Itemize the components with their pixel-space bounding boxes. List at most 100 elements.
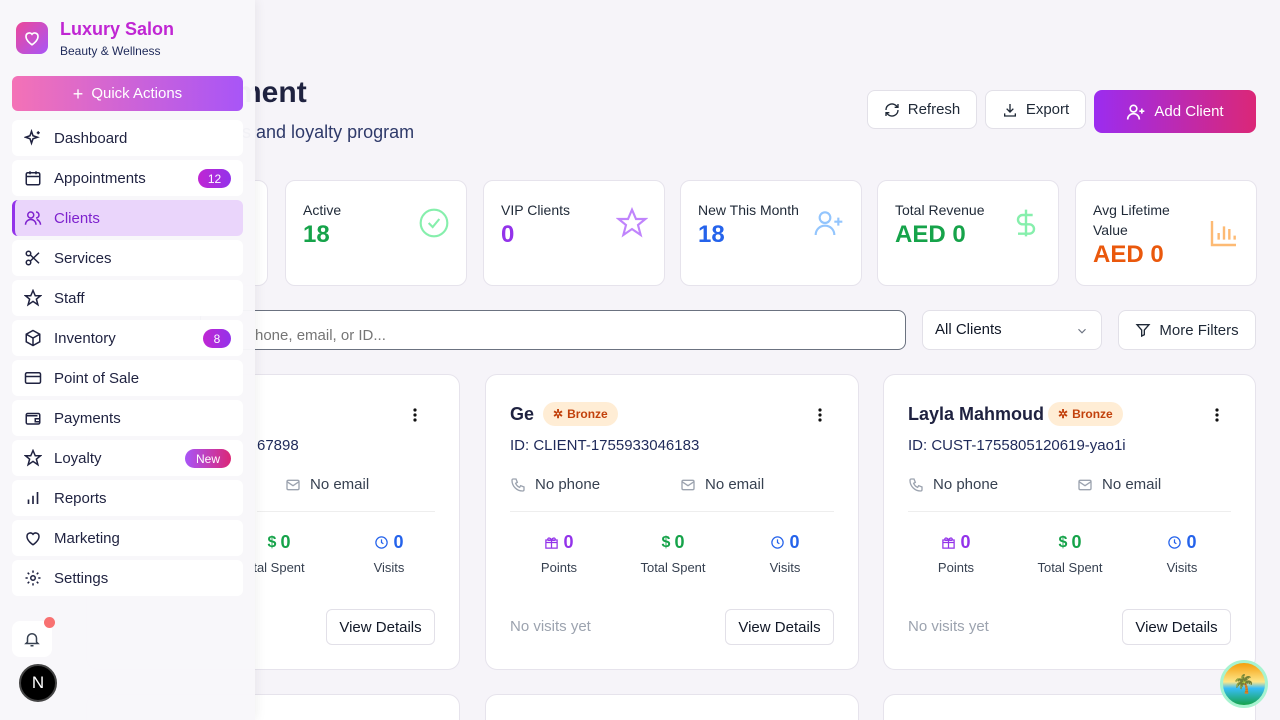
visits-value: 0	[1186, 532, 1197, 552]
client-phone: No phone	[908, 476, 998, 493]
count-badge: 8	[203, 329, 231, 348]
stat-card-vip: VIP Clients 0	[483, 180, 665, 286]
total-spent-stat: $0 Total Spent	[618, 532, 728, 575]
client-filter-select[interactable]: All Clients	[922, 310, 1102, 350]
bar-chart-icon	[27, 492, 39, 504]
view-details-button[interactable]: View Details	[1122, 609, 1231, 645]
stat-card-revenue: Total Revenue AED 0	[877, 180, 1059, 286]
client-card	[485, 694, 859, 720]
refresh-icon	[885, 102, 899, 117]
sidebar-item-clients[interactable]: Clients	[12, 200, 243, 236]
points-label: Points	[540, 560, 578, 575]
client-id: 67898	[257, 437, 299, 454]
last-visit-text: No visits yet	[908, 618, 989, 635]
wallet-icon	[25, 412, 41, 425]
visits-label: Visits	[769, 560, 801, 575]
clock-icon	[375, 536, 389, 549]
sidebar-item-marketing[interactable]: Marketing	[12, 520, 243, 556]
palm-tree-icon: 🌴	[1232, 673, 1256, 694]
scissors-icon	[25, 250, 40, 266]
heart-icon	[26, 532, 40, 546]
sidebar-item-label: Inventory	[54, 329, 116, 347]
user-plus-icon	[814, 211, 843, 236]
search-input[interactable]	[200, 310, 906, 350]
client-card: Layla Mahmoud ✲ Bronze ID: CUST-175580512…	[883, 374, 1256, 670]
client-id: ID: CLIENT-1755933046183	[510, 437, 700, 454]
dollar-icon: $	[661, 533, 671, 551]
client-id: ID: CUST-1755805120619-yao1i	[908, 437, 1126, 454]
sidebar-item-label: Loyalty	[54, 449, 102, 467]
visits-value: 0	[393, 532, 404, 552]
sidebar-item-reports[interactable]: Reports	[12, 480, 243, 516]
view-details-button[interactable]: View Details	[326, 609, 435, 645]
mail-icon	[681, 479, 695, 490]
sidebar-item-dashboard[interactable]: Dashboard	[12, 120, 243, 156]
client-name: Layla Mahmoud	[908, 404, 1045, 424]
credit-card-icon	[24, 372, 42, 384]
sidebar-item-inventory[interactable]: Inventory 8	[12, 320, 243, 356]
refresh-button[interactable]: Refresh	[867, 90, 977, 129]
refresh-label: Refresh	[907, 101, 961, 118]
user-plus-icon	[1127, 104, 1145, 120]
more-filters-button[interactable]: More Filters	[1118, 310, 1256, 350]
gift-icon	[942, 537, 956, 549]
stat-card-avg-lifetime: Avg Lifetime Value AED 0	[1075, 180, 1257, 286]
points-stat: 0 Points	[504, 532, 614, 575]
notification-dot	[44, 617, 55, 628]
star-icon	[24, 449, 42, 467]
sidebar-item-point-of-sale[interactable]: Point of Sale	[12, 360, 243, 396]
avatar[interactable]: 🌴	[1220, 660, 1268, 708]
quick-actions-button[interactable]: + Quick Actions	[12, 76, 243, 111]
stat-card-active: Active 18	[285, 180, 467, 286]
gift-icon	[545, 537, 559, 549]
stat-value: AED 0	[895, 221, 966, 248]
more-vertical-icon[interactable]	[413, 408, 417, 422]
spent-label: Total Spent	[1037, 560, 1103, 575]
stat-value: AED 0	[1093, 241, 1164, 268]
export-label: Export	[1025, 101, 1070, 118]
sidebar-item-payments[interactable]: Payments	[12, 400, 243, 436]
sidebar-item-label: Staff	[54, 289, 85, 307]
stat-value: 18	[303, 221, 330, 248]
client-name: Ge	[510, 404, 535, 424]
new-badge: New	[185, 449, 231, 468]
sidebar-item-label: Clients	[54, 209, 100, 227]
add-client-label: Add Client	[1154, 103, 1224, 120]
visits-value: 0	[789, 532, 800, 552]
sidebar-item-label: Dashboard	[54, 129, 128, 147]
package-icon	[25, 329, 41, 347]
star-icon	[24, 289, 42, 307]
card-divider	[510, 511, 834, 512]
sidebar-item-services[interactable]: Services	[12, 240, 243, 276]
sidebar-item-label: Marketing	[54, 529, 120, 547]
nextjs-devtools-button[interactable]: N	[19, 664, 57, 702]
brand-name: Luxury Salon	[60, 19, 175, 39]
email-text: No email	[705, 476, 765, 493]
quick-actions-label: Quick Actions	[91, 85, 183, 102]
visits-stat: 0 Visits	[334, 532, 444, 575]
chevron-down-icon	[1078, 328, 1086, 334]
stat-value: 0	[501, 221, 515, 248]
stat-card-new: New This Month 18	[680, 180, 862, 286]
more-vertical-icon[interactable]	[818, 408, 822, 422]
add-client-button[interactable]: Add Client	[1094, 90, 1256, 133]
last-visit-text: No visits yet	[510, 618, 591, 635]
stat-label: VIP Clients	[501, 202, 570, 218]
more-vertical-icon[interactable]	[1215, 408, 1219, 422]
sidebar-item-loyalty[interactable]: Loyalty New	[12, 440, 243, 476]
visits-label: Visits	[1166, 560, 1198, 575]
spent-value: 0	[1071, 532, 1082, 552]
points-value: 0	[960, 532, 971, 552]
sidebar-item-appointments[interactable]: Appointments 12	[12, 160, 243, 196]
phone-text: No phone	[933, 476, 999, 493]
sidebar-item-settings[interactable]: Settings	[12, 560, 243, 596]
clock-icon	[1168, 536, 1182, 549]
spent-value: 0	[674, 532, 685, 552]
visits-stat: 0 Visits	[1127, 532, 1237, 575]
sidebar: Luxury Salon Beauty & Wellness + Quick A…	[0, 0, 255, 720]
sidebar-item-staff[interactable]: Staff	[12, 280, 243, 316]
gear-icon	[25, 570, 41, 586]
export-button[interactable]: Export	[985, 90, 1086, 129]
stat-label: Avg Lifetime Value	[1093, 202, 1170, 238]
view-details-button[interactable]: View Details	[725, 609, 834, 645]
